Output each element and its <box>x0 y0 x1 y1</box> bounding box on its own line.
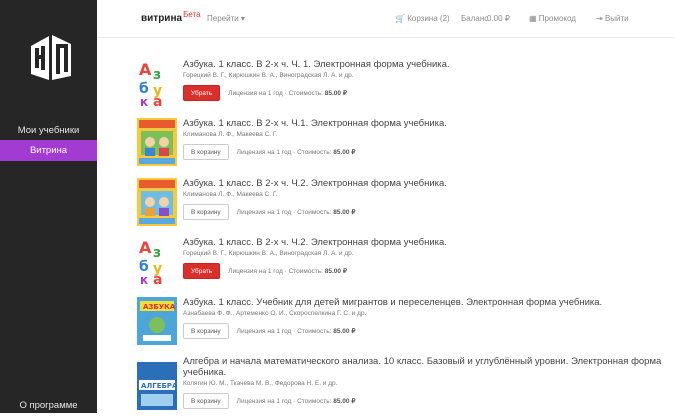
price-label: Стоимость: <box>289 268 323 275</box>
book-item: АЗБУКА Азбука. 1 класс. Учебник для дете… <box>137 297 657 349</box>
beta-badge: Бета <box>183 10 200 19</box>
logout-label: Выйти <box>605 14 629 23</box>
book-item: Азбука. 1 класс. В 2-х ч. Ч.2. Электронн… <box>137 178 657 230</box>
svg-text:з: з <box>153 245 161 261</box>
azbuka-cover-icon[interactable]: А з б у к а <box>137 59 177 107</box>
license-info: Лицензия на 1 год · Стоимость: 85.00 ₽ <box>237 208 356 216</box>
svg-text:А: А <box>139 60 152 79</box>
license-term: Лицензия на 1 год <box>237 209 292 216</box>
brand-label: витрина <box>141 13 182 24</box>
book-title[interactable]: Алгебра и начала математического анализа… <box>183 356 663 378</box>
svg-text:а: а <box>153 272 162 285</box>
svg-text:к: к <box>140 273 148 285</box>
book-title[interactable]: Азбука. 1 класс. Учебник для детей мигра… <box>183 297 663 308</box>
balance-label: Баланс <box>461 14 488 23</box>
license-term: Лицензия на 1 год <box>228 268 283 275</box>
kids-book-cover-icon[interactable] <box>137 118 177 166</box>
license-term: Лицензия на 1 год <box>237 149 292 156</box>
license-info: Лицензия на 1 год · Стоимость: 85.00 ₽ <box>228 267 347 275</box>
price-value: 85.00 ₽ <box>333 149 355 156</box>
price-label: Стоимость: <box>289 90 323 97</box>
svg-text:к: к <box>140 95 148 107</box>
book-title[interactable]: Азбука. 1 класс. В 2-х ч. Ч. 1. Электрон… <box>183 59 663 70</box>
book-item: А з б у к а Азбука. 1 класс. В 2-х ч. Ч.… <box>137 59 657 111</box>
license-term: Лицензия на 1 год <box>237 398 292 405</box>
price-label: Стоимость: <box>297 149 331 156</box>
cart-label: Корзина (2) <box>407 14 449 23</box>
license-info: Лицензия на 1 год · Стоимость: 85.00 ₽ <box>228 89 347 97</box>
add-to-cart-button[interactable]: В корзину <box>183 144 229 160</box>
book-title[interactable]: Азбука. 1 класс. В 2-х ч. Ч.2. Электронн… <box>183 237 663 248</box>
book-title[interactable]: Азбука. 1 класс. В 2-х ч. Ч.1. Электронн… <box>183 118 663 129</box>
add-to-cart-button[interactable]: В корзину <box>183 323 229 339</box>
top-navbar: витринаБета Перейти ▾ 🛒 Корзина (2) Бала… <box>97 0 675 38</box>
book-authors: Горецкий В. Г., Кирюшкин В. А., Виноград… <box>183 72 663 80</box>
book-authors: Климанова Л. Ф., Макеева С. Г. <box>183 131 663 139</box>
brand[interactable]: витринаБета <box>141 13 201 24</box>
logout-icon: ⇥ <box>596 14 603 23</box>
book-authors: Азнабаева Ф. Ф., Артеменко О. И., Скорос… <box>183 310 663 318</box>
book-authors: Климанова Л. Ф., Макеева С. Г. <box>183 191 663 199</box>
price-value: 85.00 ₽ <box>325 268 347 275</box>
price-value: 85.00 ₽ <box>333 209 355 216</box>
add-to-cart-button[interactable]: В корзину <box>183 204 229 220</box>
book-authors: Колягин Ю. М., Ткачева М. В., Федорова Н… <box>183 380 663 388</box>
remove-from-cart-button[interactable]: Убрать <box>183 85 220 101</box>
sidebar-item-showcase[interactable]: Витрина <box>0 140 97 161</box>
migrant-book-cover-icon[interactable]: АЗБУКА <box>137 297 177 345</box>
promo-link[interactable]: ▦ Промокод <box>529 14 576 23</box>
gift-icon: ▦ <box>529 14 537 23</box>
svg-text:АЛГЕБРА: АЛГЕБРА <box>141 382 177 390</box>
sidebar-item-my-books[interactable]: Мои учебники <box>0 120 97 141</box>
promo-label: Промокод <box>539 14 576 23</box>
book-item: АЛГЕБРА Алгебра и начала математического… <box>137 356 657 414</box>
price-label: Стоимость: <box>297 209 331 216</box>
kids-book-cover-icon[interactable] <box>137 178 177 226</box>
price-label: Стоимость: <box>297 328 331 335</box>
license-info: Лицензия на 1 год · Стоимость: 85.00 ₽ <box>237 327 356 335</box>
book-list: А з б у к а Азбука. 1 класс. В 2-х ч. Ч.… <box>97 38 675 413</box>
cart-icon: 🛒 <box>395 14 405 23</box>
license-info: Лицензия на 1 год · Стоимость: 85.00 ₽ <box>237 148 356 156</box>
price-value: 85.00 ₽ <box>333 328 355 335</box>
book-authors: Горецкий В. Г., Кирюшкин В. А., Виноград… <box>183 250 663 258</box>
algebra-book-cover-icon[interactable]: АЛГЕБРА <box>137 362 177 410</box>
book-item: А з б у к а Азбука. 1 класс. В 2-х ч. Ч.… <box>137 237 657 289</box>
remove-from-cart-button[interactable]: Убрать <box>183 263 220 279</box>
license-term: Лицензия на 1 год <box>228 90 283 97</box>
license-term: Лицензия на 1 год <box>237 328 292 335</box>
price-value: 85.00 ₽ <box>333 398 355 405</box>
balance-value: 0.00 ₽ <box>487 14 510 23</box>
book-title[interactable]: Азбука. 1 класс. В 2-х ч. Ч.2. Электронн… <box>183 178 663 189</box>
svg-text:а: а <box>153 94 162 107</box>
price-label: Стоимость: <box>297 398 331 405</box>
book-item: Азбука. 1 класс. В 2-х ч. Ч.1. Электронн… <box>137 118 657 170</box>
logo-icon[interactable] <box>25 32 75 84</box>
license-info: Лицензия на 1 год · Стоимость: 85.00 ₽ <box>237 397 356 405</box>
svg-text:АЗБУКА: АЗБУКА <box>143 303 176 311</box>
price-value: 85.00 ₽ <box>325 90 347 97</box>
svg-text:з: з <box>153 67 161 83</box>
logout-link[interactable]: ⇥ Выйти <box>596 14 629 23</box>
goto-dropdown[interactable]: Перейти ▾ <box>207 14 245 23</box>
cart-link[interactable]: 🛒 Корзина (2) <box>395 14 450 23</box>
svg-text:А: А <box>139 238 152 257</box>
azbuka-cover-icon[interactable]: А з б у к а <box>137 237 177 285</box>
sidebar: Мои учебники Витрина О программе <box>0 0 97 413</box>
add-to-cart-button[interactable]: В корзину <box>183 393 229 409</box>
